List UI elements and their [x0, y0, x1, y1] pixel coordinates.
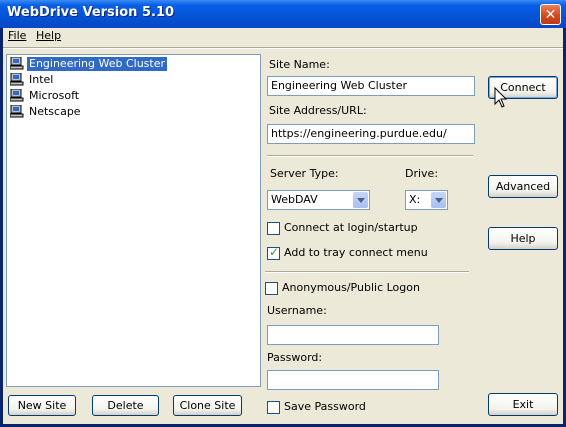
site-name-label: Site Name: [269, 58, 330, 71]
chevron-down-icon[interactable] [431, 192, 446, 208]
site-item-microsoft[interactable]: Microsoft [9, 88, 81, 104]
site-address-field[interactable]: https://engineering.purdue.edu/ [267, 124, 475, 144]
mouse-cursor-icon [494, 86, 508, 112]
menu-help[interactable]: Help [36, 29, 61, 42]
menu-separator [3, 47, 563, 49]
form-divider-1 [267, 155, 473, 157]
add-to-tray-checkbox[interactable] [267, 245, 280, 260]
form-divider-2 [265, 271, 469, 273]
new-site-button[interactable]: New Site [8, 395, 76, 416]
connect-at-login-checkbox[interactable] [267, 222, 280, 235]
site-item-engineering-web-cluster[interactable]: Engineering Web Cluster [9, 56, 168, 72]
computer-icon [9, 88, 24, 102]
clone-site-button[interactable]: Clone Site [173, 395, 242, 416]
advanced-button[interactable]: Advanced [488, 175, 558, 198]
site-name-field[interactable]: Engineering Web Cluster [267, 76, 475, 96]
menu-file-label: File [8, 29, 27, 42]
drive-label: Drive: [405, 167, 439, 180]
menu-bar: File Help [3, 28, 563, 46]
site-item-netscape[interactable]: Netscape [9, 104, 83, 120]
username-field[interactable] [267, 325, 439, 345]
title-bar[interactable]: WebDrive Version 5.10 ✕ [0, 0, 566, 28]
menu-help-label: Help [36, 29, 62, 42]
drive-select[interactable]: X: [405, 190, 448, 210]
dialog-body: File Help Engineering Web Cluster Intel … [3, 28, 563, 424]
site-item-label: Netscape [29, 105, 81, 118]
help-button[interactable]: Help [488, 227, 558, 250]
close-button[interactable]: ✕ [540, 4, 561, 25]
chevron-down-icon[interactable] [353, 192, 368, 208]
server-type-value: WebDAV [271, 193, 318, 206]
site-item-intel[interactable]: Intel [9, 72, 55, 88]
server-type-label: Server Type: [270, 167, 339, 180]
computer-icon [9, 104, 24, 118]
site-address-label: Site Address/URL: [269, 104, 367, 117]
add-to-tray-label: Add to tray connect menu [284, 246, 428, 259]
site-item-label: Intel [29, 73, 54, 86]
delete-button[interactable]: Delete [92, 395, 159, 416]
site-list[interactable]: Engineering Web Cluster Intel Microsoft … [6, 54, 261, 387]
exit-button[interactable]: Exit [488, 393, 558, 416]
anonymous-logon-checkbox[interactable] [265, 282, 278, 295]
menu-file[interactable]: File [8, 29, 26, 42]
username-label: Username: [267, 304, 327, 317]
password-label: Password: [267, 351, 323, 364]
webdrive-window: WebDrive Version 5.10 ✕ File Help Engine… [0, 0, 566, 427]
anonymous-logon-label: Anonymous/Public Logon [282, 281, 420, 294]
site-item-label: Engineering Web Cluster [27, 57, 168, 71]
connect-at-login-label: Connect at login/startup [284, 221, 418, 234]
site-item-label: Microsoft [29, 89, 80, 102]
save-password-checkbox[interactable] [267, 401, 280, 414]
save-password-label: Save Password [284, 400, 366, 413]
window-title: WebDrive Version 5.10 [7, 5, 175, 20]
drive-value: X: [409, 193, 421, 206]
computer-icon [9, 56, 24, 70]
computer-icon [9, 72, 24, 86]
server-type-select[interactable]: WebDAV [267, 190, 370, 210]
password-field[interactable] [267, 370, 439, 390]
